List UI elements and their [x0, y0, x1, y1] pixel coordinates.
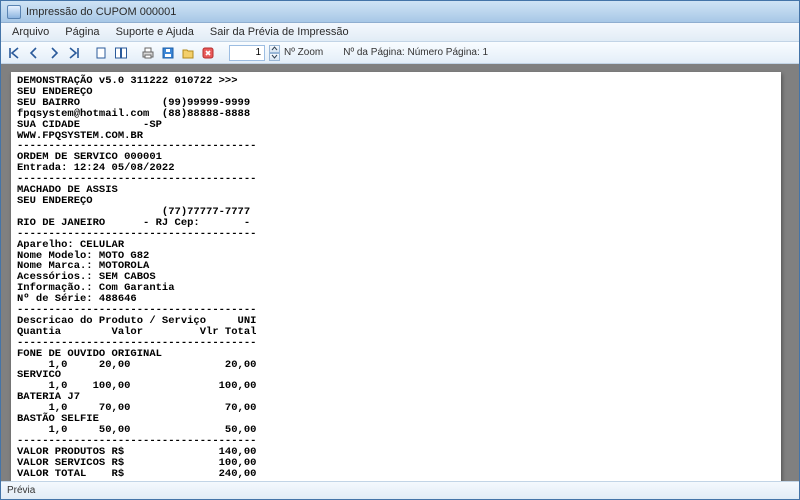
zoom-spinner [269, 45, 280, 61]
prev-page-button[interactable] [25, 44, 43, 62]
multi-page-button[interactable] [112, 44, 130, 62]
zoom-label: Nº Zoom [284, 47, 323, 58]
titlebar[interactable]: Impressão do CUPOM 000001 [1, 1, 799, 23]
print-button[interactable] [139, 44, 157, 62]
zoom-control: 1 Nº Zoom [229, 45, 323, 61]
menu-sair-previa[interactable]: Sair da Prévia de Impressão [202, 24, 357, 40]
menu-suporte[interactable]: Suporte e Ajuda [108, 24, 202, 40]
save-button[interactable] [159, 44, 177, 62]
app-icon [7, 5, 21, 19]
menubar: Arquivo Página Suporte e Ajuda Sair da P… [1, 23, 799, 42]
menu-pagina[interactable]: Página [57, 24, 107, 40]
page-number-label: Nº da Página: Número Página: 1 [343, 47, 488, 58]
status-label: Prévia [7, 485, 35, 496]
receipt-content: DEMONSTRAÇÃO v5.0 311222 010722 >>> SEU … [17, 76, 775, 481]
first-page-button[interactable] [5, 44, 23, 62]
toolbar: 1 Nº Zoom Nº da Página: Número Página: 1 [1, 42, 799, 64]
statusbar: Prévia [1, 481, 799, 499]
preview-page: DEMONSTRAÇÃO v5.0 311222 010722 >>> SEU … [11, 72, 781, 481]
window-title: Impressão do CUPOM 000001 [26, 6, 176, 18]
zoom-down-button[interactable] [269, 53, 280, 61]
close-preview-button[interactable] [199, 44, 217, 62]
menu-arquivo[interactable]: Arquivo [4, 24, 57, 40]
print-preview-window: Impressão do CUPOM 000001 Arquivo Página… [0, 0, 800, 500]
last-page-button[interactable] [65, 44, 83, 62]
zoom-input[interactable]: 1 [229, 45, 265, 61]
preview-workspace[interactable]: DEMONSTRAÇÃO v5.0 311222 010722 >>> SEU … [1, 64, 799, 481]
next-page-button[interactable] [45, 44, 63, 62]
single-page-button[interactable] [92, 44, 110, 62]
open-button[interactable] [179, 44, 197, 62]
zoom-up-button[interactable] [269, 45, 280, 53]
